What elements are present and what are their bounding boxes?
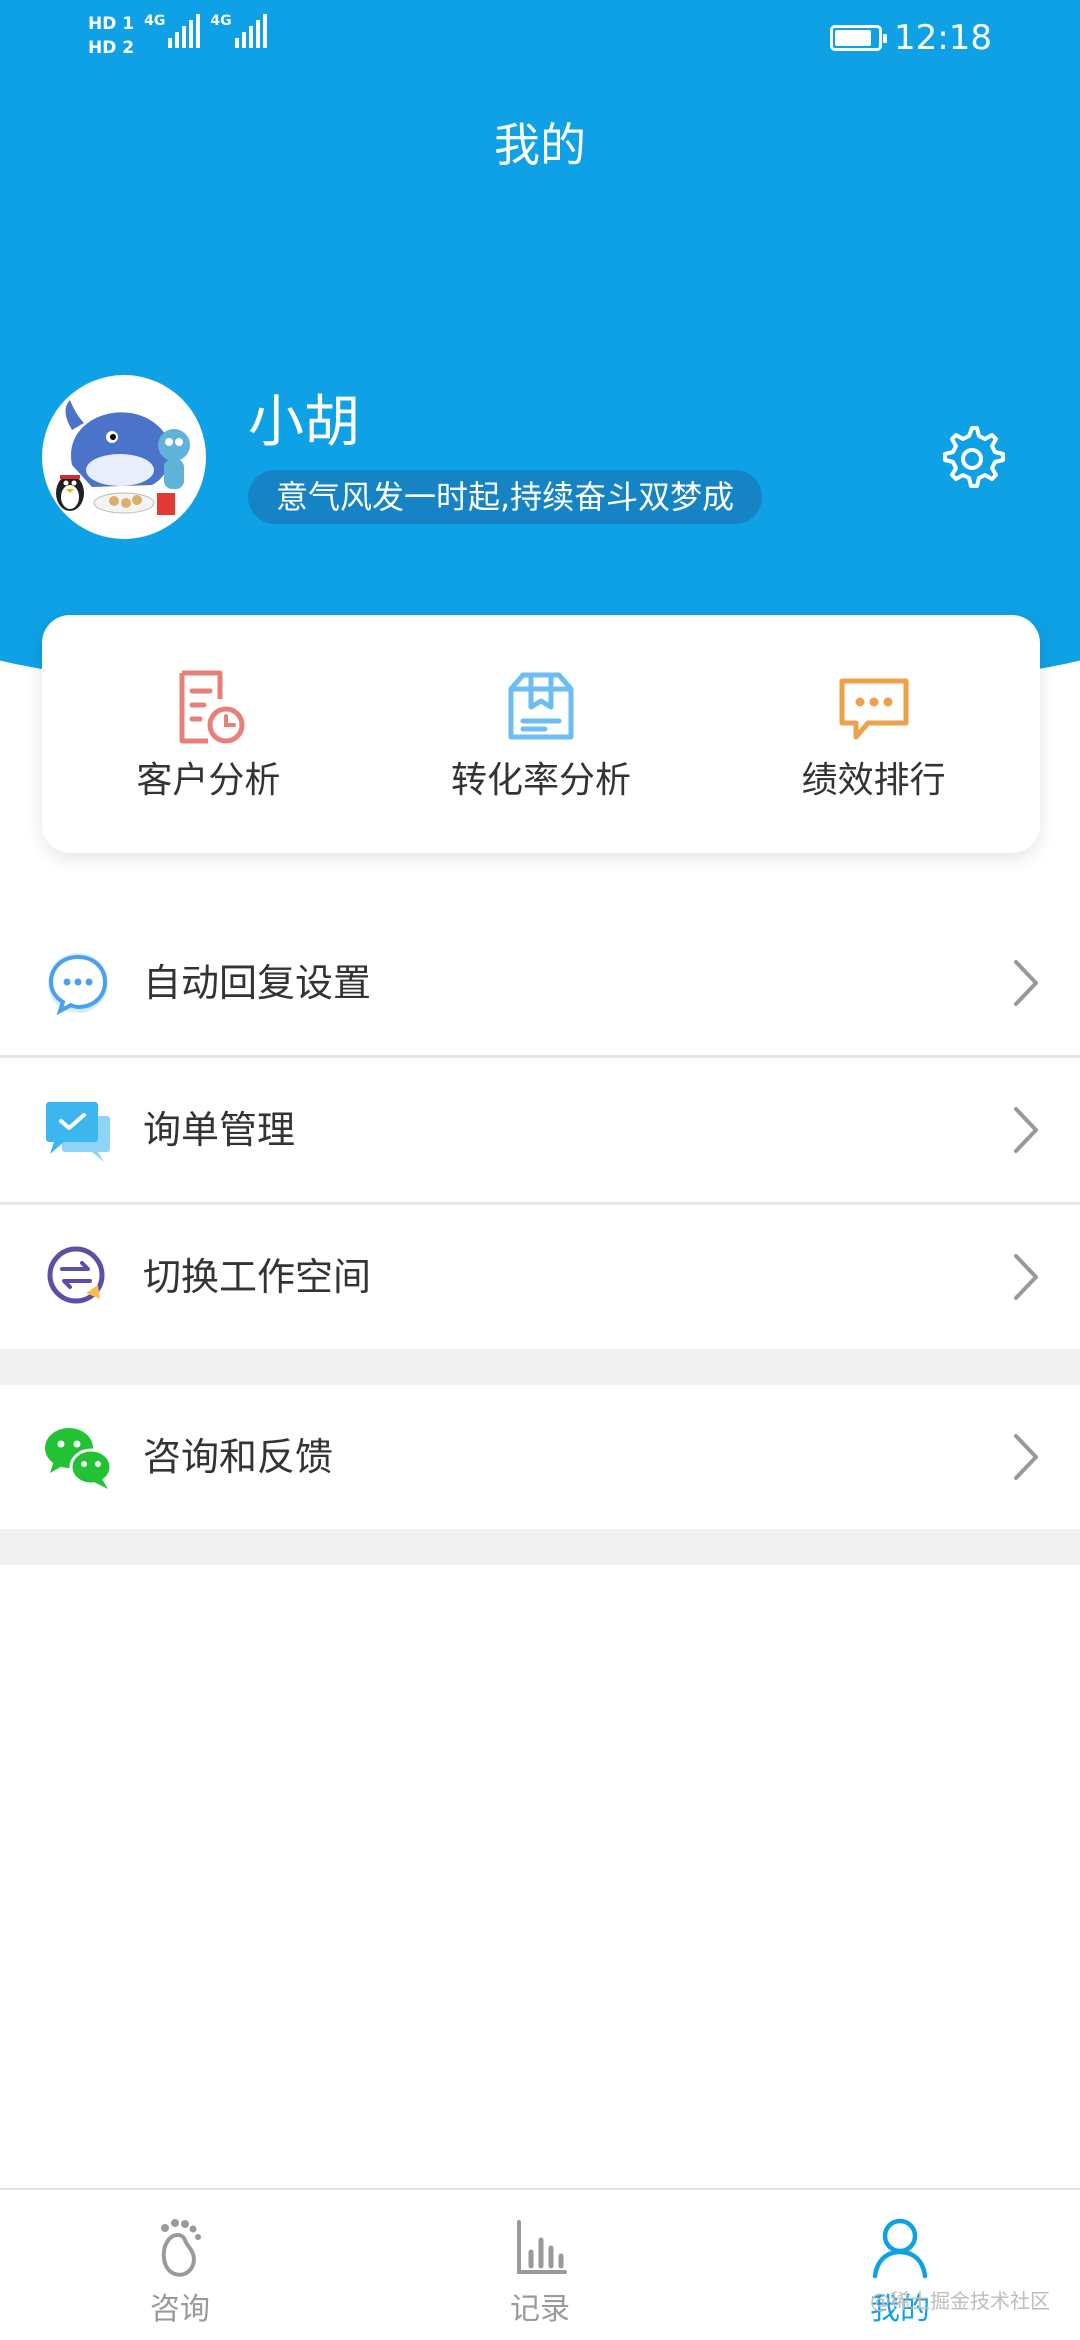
menu-item-auto-reply[interactable]: 自动回复设置 xyxy=(0,911,1080,1055)
bar-chart-icon xyxy=(517,2220,567,2274)
watermark: @稀土掘金技术社区 xyxy=(870,2289,1050,2313)
quick-action-performance-ranking[interactable]: 绩效排行 xyxy=(707,615,1040,853)
bottom-tab-bar: 咨询 记录 我的 xyxy=(0,2188,1080,2340)
tab-records[interactable]: 记录 xyxy=(360,2190,720,2340)
menu-item-switch-workspace[interactable]: 切换工作空间 xyxy=(0,1205,1080,1349)
switch-workspace-icon xyxy=(47,1246,105,1304)
status-right: 12:18 xyxy=(830,18,992,58)
menu-item-inquiry[interactable]: 询单管理 xyxy=(0,1058,1080,1202)
tab-label: 咨询 xyxy=(150,2292,210,2327)
user-name: 小胡 xyxy=(248,390,360,455)
gear-icon[interactable] xyxy=(938,422,1006,490)
sim2-label: HD 2 xyxy=(88,38,135,58)
page-title: 我的 xyxy=(494,118,586,172)
customer-report-icon xyxy=(179,670,245,744)
tab-mine[interactable]: 我的 xyxy=(720,2190,1080,2340)
header-background xyxy=(0,0,1080,700)
wechat-icon xyxy=(45,1428,113,1489)
avatar[interactable] xyxy=(42,375,206,539)
network-type-2: 4G xyxy=(210,13,232,29)
menu-item-label: 自动回复设置 xyxy=(143,961,372,1005)
quick-actions-card: 客户分析 转化率分析 绩效排行 xyxy=(42,615,1040,853)
tab-consult[interactable]: 咨询 xyxy=(0,2190,360,2340)
quick-action-conversion-analysis[interactable]: 转化率分析 xyxy=(375,615,708,853)
my-page: HD 1 HD 2 4G 4G 12:18 我的 小胡 意气风发一时起,持续奋斗… xyxy=(0,0,1080,2340)
user-motto: 意气风发一时起,持续奋斗双梦成 xyxy=(248,470,763,524)
quick-action-label: 客户分析 xyxy=(136,760,281,801)
avatar-illustration-icon xyxy=(54,400,194,525)
section-gap xyxy=(0,1529,1080,1565)
menu-item-label: 咨询和反馈 xyxy=(143,1435,334,1479)
quick-action-customer-analysis[interactable]: 客户分析 xyxy=(42,615,375,853)
quick-action-label: 绩效排行 xyxy=(801,760,946,801)
signal-icon-2: 4G xyxy=(210,13,267,48)
chevron-right-icon xyxy=(1014,960,1038,1006)
chevron-right-icon xyxy=(1014,1254,1038,1300)
menu-item-feedback[interactable]: 咨询和反馈 xyxy=(0,1385,1080,1529)
network-type-1: 4G xyxy=(144,13,166,29)
chat-bubble-icon xyxy=(839,678,909,740)
chevron-right-icon xyxy=(1014,1107,1038,1153)
battery-icon xyxy=(830,25,888,51)
signal-icon: 4G xyxy=(144,13,201,48)
menu-item-label: 询单管理 xyxy=(143,1108,296,1152)
signal-area: HD 1 HD 2 4G 4G xyxy=(88,14,267,58)
chevron-right-icon xyxy=(1014,1434,1038,1480)
auto-reply-icon xyxy=(48,953,108,1016)
box-icon xyxy=(508,672,574,740)
tab-label: 记录 xyxy=(510,2292,570,2327)
inquiry-icon xyxy=(46,1102,110,1162)
sim1-label: HD 1 xyxy=(88,14,135,34)
section-gap xyxy=(0,1349,1080,1385)
footprint-icon xyxy=(161,2219,201,2277)
menu-item-label: 切换工作空间 xyxy=(143,1255,372,1299)
person-icon xyxy=(872,2218,928,2279)
status-bar: HD 1 HD 2 4G 4G 12:18 xyxy=(0,0,1080,80)
quick-action-label: 转化率分析 xyxy=(451,760,632,801)
clock: 12:18 xyxy=(894,18,992,58)
